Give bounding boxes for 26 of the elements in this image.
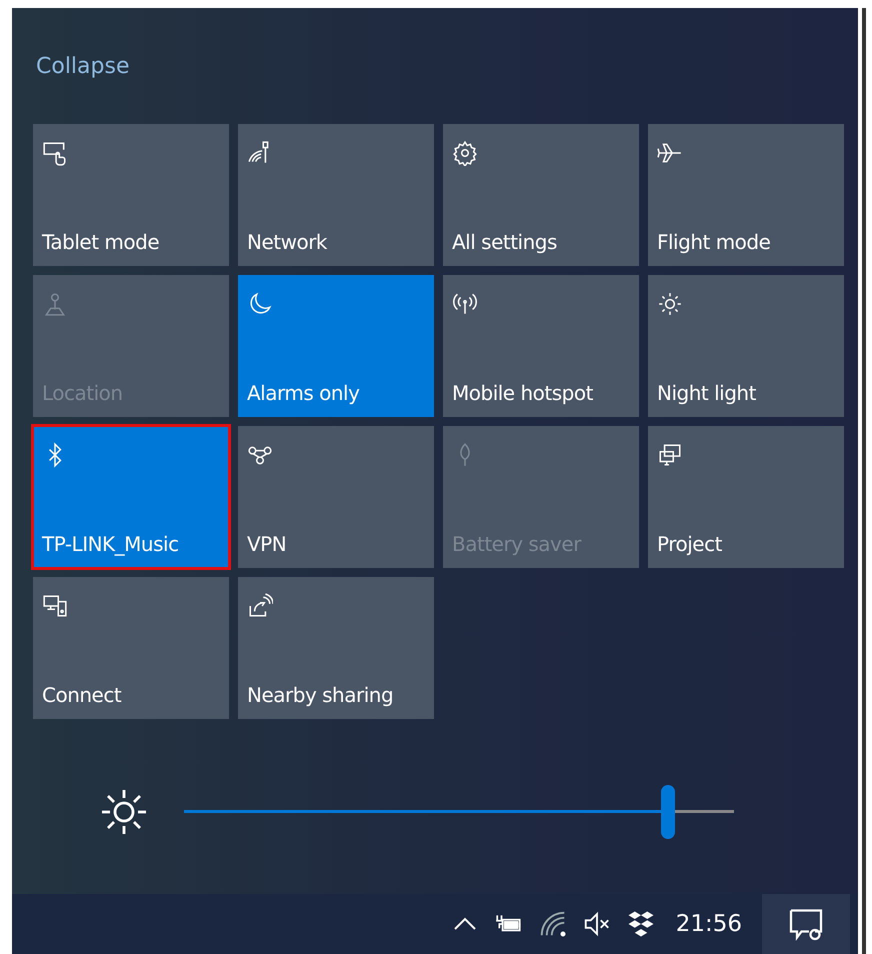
brightness-icon (100, 788, 148, 836)
quick-action-tile[interactable]: Flight mode (648, 124, 844, 266)
hotspot-icon (452, 291, 478, 317)
slider-thumb[interactable] (661, 785, 675, 839)
quick-action-tile[interactable]: Network (238, 124, 434, 266)
devices-icon (42, 593, 68, 619)
quick-action-tile[interactable]: VPN (238, 426, 434, 568)
clock[interactable]: 21:56 (676, 911, 742, 937)
settings-icon (452, 140, 478, 166)
tablet-icon (42, 140, 68, 166)
quick-action-tile[interactable]: Connect (33, 577, 229, 719)
quick-action-tile[interactable]: Nearby sharing (238, 577, 434, 719)
collapse-link[interactable]: Collapse (36, 54, 130, 79)
quick-action-tile[interactable]: Project (648, 426, 844, 568)
box-icon[interactable] (626, 909, 656, 939)
quick-action-tile[interactable]: Mobile hotspot (443, 275, 639, 417)
notification-button[interactable] (762, 894, 850, 954)
quick-action-tile[interactable]: All settings (443, 124, 639, 266)
share-icon (247, 593, 273, 619)
quick-action-tile[interactable]: Tablet mode (33, 124, 229, 266)
quick-action-tile[interactable]: TP-LINK_Music (33, 426, 229, 568)
location-pin-icon (42, 291, 68, 317)
quick-action-tile[interactable]: Night light (648, 275, 844, 417)
quick-action-tile[interactable]: Alarms only (238, 275, 434, 417)
monitors-icon (657, 442, 683, 468)
sun-icon (657, 291, 683, 317)
